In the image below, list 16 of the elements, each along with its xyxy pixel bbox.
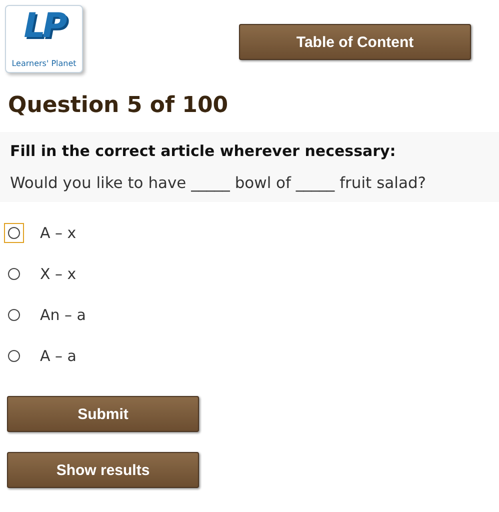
- radio-button[interactable]: [8, 226, 20, 238]
- table-of-content-button[interactable]: Table of Content: [239, 24, 471, 60]
- logo-mark: LP: [24, 9, 64, 43]
- option-label[interactable]: An – a: [40, 306, 86, 324]
- question-heading: Question 5 of 100: [8, 93, 230, 118]
- option-label[interactable]: A – a: [40, 346, 76, 364]
- option-label[interactable]: A – x: [40, 224, 76, 242]
- radio-button[interactable]: [8, 308, 20, 320]
- option-label[interactable]: X – x: [40, 264, 76, 282]
- show-results-button[interactable]: Show results: [7, 452, 199, 488]
- radio-button[interactable]: [8, 268, 20, 280]
- instruction-text: Fill in the correct article wherever necessary:: [10, 142, 397, 160]
- radio-button[interactable]: [8, 350, 20, 362]
- submit-button[interactable]: Submit: [7, 396, 199, 432]
- question-text: Would you like to have _____ bowl of _____ fruit salad?: [10, 174, 428, 192]
- logo-text: Learners' Planet: [12, 59, 76, 68]
